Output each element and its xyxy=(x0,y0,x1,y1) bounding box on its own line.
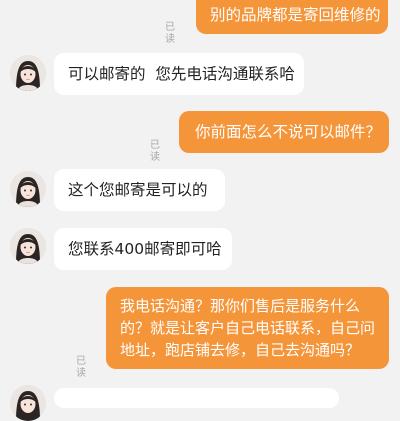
message-bubble-incoming[interactable]: 可以邮寄的 您先电话沟通联系哈 xyxy=(54,53,304,95)
message-bubble-outgoing[interactable]: 我电话沟通？那你们售后是服务什么的？就是让客户自己电话联系，自己问地址，跑店铺去… xyxy=(106,287,389,369)
agent-avatar-icon[interactable] xyxy=(10,55,46,91)
agent-avatar-icon[interactable] xyxy=(10,228,46,264)
message-bubble-incoming[interactable]: 这个您邮寄是可以的 xyxy=(54,169,225,211)
read-receipt: 已读 xyxy=(165,22,175,45)
message-bubble-incoming[interactable] xyxy=(54,388,339,408)
agent-avatar-icon[interactable] xyxy=(10,385,46,421)
message-bubble-outgoing[interactable]: 别的品牌都是寄回维修的 xyxy=(196,0,388,34)
message-text: 你前面怎么不说可以邮件？ xyxy=(195,123,382,141)
read-receipt: 已读 xyxy=(150,140,160,163)
agent-avatar-icon[interactable] xyxy=(10,171,46,207)
message-text: 可以邮寄的 您先电话沟通联系哈 xyxy=(68,65,295,83)
message-bubble-outgoing[interactable]: 你前面怎么不说可以邮件？ xyxy=(179,111,389,153)
message-text: 别的品牌都是寄回维修的 xyxy=(210,6,381,24)
read-receipt: 已读 xyxy=(76,356,86,379)
message-text: 您联系400邮寄即可哈 xyxy=(68,240,222,258)
message-bubble-incoming[interactable]: 您联系400邮寄即可哈 xyxy=(54,228,232,270)
message-text: 这个您邮寄是可以的 xyxy=(68,181,208,199)
message-text: 我电话沟通？那你们售后是服务什么的？就是让客户自己电话联系，自己问地址，跑店铺去… xyxy=(120,297,376,359)
